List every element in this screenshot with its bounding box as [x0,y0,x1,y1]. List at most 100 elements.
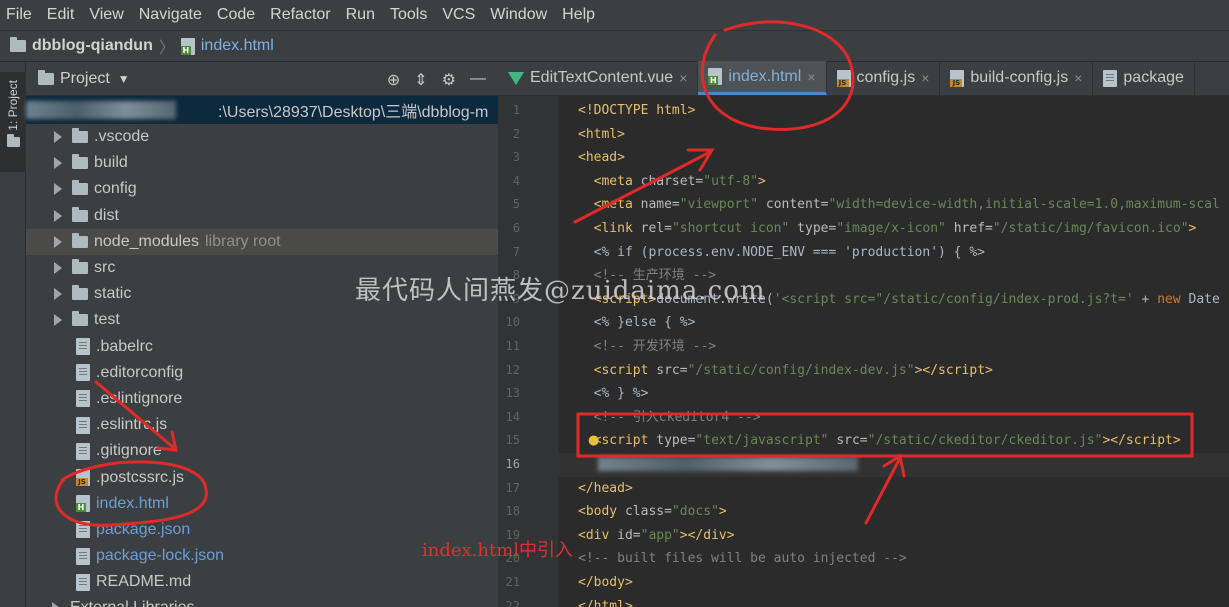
tree-item-label: .vscode [94,128,150,146]
editor-tab-label: build-config.js [970,69,1069,86]
editor-tab[interactable]: EditTextContent.vue × [498,61,699,95]
close-icon[interactable]: × [1074,70,1082,86]
chevron-down-icon[interactable]: ▼ [118,72,130,86]
js-file-icon [76,469,90,487]
menu-file[interactable]: File [6,6,32,24]
menu-tools[interactable]: Tools [390,6,427,24]
menu-window[interactable]: Window [490,6,547,24]
project-tool-tab[interactable]: 1: Project [0,72,26,172]
folder-icon [6,133,20,147]
annotation-text: index.html中引入 [422,540,574,561]
breadcrumb: dbblog-qiandun 〉 index.html [0,30,1229,62]
file-icon [76,573,90,591]
breadcrumb-project[interactable]: dbblog-qiandun [32,37,153,55]
menu-vcs[interactable]: VCS [442,6,475,24]
gear-icon[interactable]: ⚙ [442,70,456,90]
tree-item[interactable]: build [26,150,498,176]
code-line: <head> [578,150,625,166]
project-tool-tab-label: 1: Project [6,80,20,131]
tree-item-label: test [94,311,120,329]
file-icon [76,442,90,460]
chevron-right-icon[interactable] [54,131,62,144]
chevron-right-icon[interactable] [54,288,62,301]
editor-tab-label: EditTextContent.vue [530,69,674,86]
tree-item[interactable]: .eslintrc.js [26,412,498,438]
code-line: <% }else { %> [578,315,696,331]
menu-run[interactable]: Run [346,6,375,24]
close-icon[interactable]: × [921,70,929,86]
locate-file-icon[interactable]: ⊕ [387,70,400,90]
code-line: <meta name="viewport" content="width=dev… [593,197,1220,213]
breadcrumb-file[interactable]: index.html [201,37,274,55]
tree-item[interactable]: .editorconfig [26,360,498,386]
menu-view[interactable]: View [89,6,123,24]
tree-item[interactable]: .postcssrc.js [26,464,498,490]
collapse-all-icon[interactable]: ⇕ [414,70,427,90]
js-icon [836,69,851,87]
folder-icon [72,128,88,144]
project-panel-header: Project ▼ ⊕ ⇕ ⚙ — [26,62,498,96]
file-icon [76,416,90,434]
watermark: 最代码人间燕发@zuidaima.com [355,276,766,306]
tree-item[interactable]: README.md [26,569,498,595]
tree-item-label: .babelrc [96,337,153,355]
line-number: 6 [512,221,520,235]
menu-refactor[interactable]: Refactor [270,6,330,24]
chevron-right-icon[interactable] [54,314,62,327]
code-line: <link rel="shortcut icon" type="image/x-… [593,221,1197,236]
tree-item[interactable]: config [26,176,498,202]
menu-navigate[interactable]: Navigate [139,6,202,24]
line-number: 14 [505,409,520,424]
tree-item-label: .gitignore [96,442,162,460]
tree-item[interactable]: .eslintignore [26,386,498,412]
html-file-icon [180,37,195,55]
menu-help[interactable]: Help [562,6,595,24]
folder-icon [72,232,88,248]
code-editor[interactable]: <!DOCTYPE html> <html> <head> <meta charse… [558,96,1229,607]
editor-tab[interactable]: build-config.js × [940,61,1094,95]
project-view-selector[interactable]: Project [60,70,110,88]
editor-tab[interactable]: config.js × [827,61,941,95]
tree-item[interactable]: index.html [26,491,498,517]
tree-item[interactable]: External Libraries [26,595,498,607]
code-line: <% } %> [578,386,649,402]
chevron-right-icon[interactable] [54,262,62,275]
redacted-line [598,457,858,471]
close-icon[interactable]: × [679,70,687,86]
folder-icon [72,154,88,170]
tree-item[interactable]: dist [26,203,498,229]
file-icon [76,364,90,382]
line-number: 18 [505,504,520,519]
folder-icon [72,180,88,196]
tree-item[interactable]: node_modules library root [26,228,498,255]
folder-icon [72,285,88,301]
line-number: 16 [505,457,520,471]
line-number: 22 [505,598,520,607]
chevron-right-icon[interactable] [54,235,62,248]
code-line: <!-- built files will be auto injected -… [578,551,907,567]
tree-item[interactable]: .babelrc [26,334,498,360]
menu-edit[interactable]: Edit [47,6,75,24]
menu-code[interactable]: Code [217,6,255,24]
folder-icon [72,311,88,327]
project-root-row[interactable]: :\Users\28937\Desktop\三端\dbblog-m [26,96,498,124]
tree-item[interactable]: test [26,307,498,333]
editor-tab[interactable]: index.html × [698,61,827,95]
chevron-right-icon[interactable] [52,602,60,607]
chevron-right-icon[interactable] [54,209,62,222]
minimize-icon[interactable]: — [470,70,486,90]
folder-icon [38,69,54,85]
tree-item[interactable]: .gitignore [26,438,498,464]
chevron-right-icon[interactable] [54,183,62,196]
lightbulb-icon[interactable]: ● [588,429,599,453]
tree-item-label: src [94,259,116,277]
editor-tab[interactable]: package [1093,61,1195,95]
file-icon [76,547,90,565]
code-line: <!-- 开发环境 --> [593,339,717,354]
tree-item[interactable]: .vscode [26,124,498,150]
vue-icon [508,71,524,85]
editor-tabs: EditTextContent.vue×index.html×config.js… [498,61,1229,96]
close-icon[interactable]: × [807,69,815,85]
file-icon [76,521,90,539]
chevron-right-icon[interactable] [54,157,62,170]
